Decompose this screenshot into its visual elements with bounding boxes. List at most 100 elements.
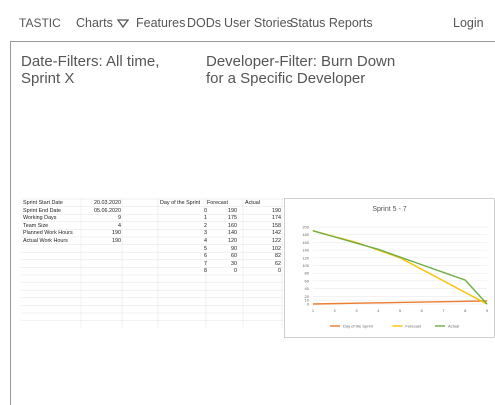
sprint-info-label: Team Size — [23, 222, 49, 229]
table-cell: 175 — [228, 215, 237, 222]
sprint-info-label: Working Days — [23, 215, 57, 222]
data-point — [443, 280, 444, 282]
x-tick-label: 7 — [442, 308, 445, 313]
sprint-info-value: 190 — [112, 230, 121, 237]
data-point — [399, 256, 401, 258]
data-point — [377, 248, 379, 250]
sprint-info-value: 05.06.2020 — [94, 207, 121, 214]
series-line-forecast — [312, 230, 488, 305]
data-point — [356, 302, 357, 304]
table-cell: 160 — [228, 222, 237, 229]
spreadsheet: Sprint Start Date 20.03.2020 Sprint End Da… — [21, 198, 283, 328]
legend-label: Forecast — [405, 324, 421, 329]
legend-label: Actual — [448, 324, 459, 329]
chart-title: Sprint 5 - 7 — [372, 206, 407, 213]
y-tick-label: 80 — [305, 271, 310, 276]
chart-svg: 010204060801001201401601802001 2 3 4 5 6 7 8 9Da… — [302, 225, 489, 329]
table-cell: 122 — [272, 238, 281, 244]
table-cell: 140 — [228, 230, 237, 237]
data-point — [399, 302, 401, 303]
nav-charts-label: Charts — [76, 16, 113, 30]
sprint-info-value: 190 — [112, 238, 121, 244]
table-cell: 158 — [272, 222, 281, 229]
nav-dods[interactable]: DODs — [187, 16, 221, 30]
data-point — [356, 242, 357, 244]
y-tick-label: 160 — [302, 240, 309, 245]
data-point — [443, 272, 444, 273]
data-point — [334, 236, 336, 238]
y-tick-label: 200 — [302, 225, 309, 230]
table-cell: 190 — [228, 207, 237, 214]
table-cell: 0 — [278, 268, 281, 275]
data-point — [334, 303, 336, 305]
sprint-info-value: 9 — [118, 215, 121, 222]
x-tick-label: 9 — [486, 308, 489, 313]
data-point — [421, 301, 423, 303]
table-cell: 5 — [204, 245, 207, 252]
top-navbar: TASTIC Charts Features DODs User Stories… — [10, 5, 495, 42]
data-point — [464, 279, 466, 281]
sprint-info-label: Sprint Start Date — [23, 200, 63, 206]
y-tick-label: 180 — [302, 232, 309, 237]
nav-status-reports[interactable]: Status Reports — [290, 16, 373, 30]
table-cell: 60 — [231, 253, 237, 260]
data-point — [443, 301, 444, 303]
x-tick-label: 3 — [355, 308, 358, 313]
table-cell: 174 — [272, 215, 281, 222]
date-filter-title: Date-Filters: All time, Sprint X — [21, 53, 160, 87]
sprint-info-label: Sprint End Date — [23, 207, 62, 214]
x-tick-label: 5 — [399, 308, 402, 313]
table-cell: 4 — [204, 238, 207, 244]
table-cell: 142 — [272, 230, 281, 237]
data-point — [464, 300, 466, 302]
table-cell: 1 — [204, 215, 207, 222]
data-point — [377, 302, 379, 304]
legend-label: Day of the Sprint — [343, 324, 374, 329]
table-cell: 3 — [204, 230, 207, 237]
data-point — [464, 292, 466, 293]
sprint-info-value: 20.03.2020 — [94, 200, 121, 206]
data-point — [486, 303, 488, 305]
table-cell: 62 — [275, 260, 281, 267]
data-point — [486, 300, 488, 302]
table-cell: 190 — [272, 207, 281, 214]
sprint-info-value: 4 — [118, 222, 121, 229]
burndown-chart: Sprint 5 - 7 0 10 20 40 60 80 100 120 140 160 180 2… — [284, 198, 495, 338]
nav-user-stories[interactable]: User Stories — [224, 16, 293, 30]
y-tick-label: 100 — [302, 263, 309, 268]
table-cell: 90 — [231, 245, 237, 252]
y-tick-label: 60 — [305, 278, 310, 283]
table-cell: 8 — [204, 268, 207, 275]
table-cell: 7 — [204, 260, 207, 267]
table-cell: 2 — [204, 222, 207, 229]
y-tick-label: 20 — [305, 294, 310, 299]
table-cell: 0 — [204, 207, 207, 214]
data-point — [312, 303, 314, 305]
table-cell: 82 — [275, 253, 281, 260]
data-point — [421, 264, 423, 266]
x-tick-label: 6 — [421, 308, 424, 313]
x-tick-label: 2 — [334, 308, 337, 313]
series-line-actual — [312, 230, 488, 305]
table-header-forecast: Forecast — [207, 200, 228, 206]
y-tick-label: 140 — [302, 248, 309, 253]
chevron-down-icon[interactable] — [116, 19, 129, 29]
x-tick-label: 4 — [377, 308, 380, 313]
x-tick-label: 8 — [464, 308, 467, 313]
login-link[interactable]: Login — [453, 16, 484, 30]
data-point — [312, 230, 314, 232]
developer-filter-title: Developer-Filter: Burn Down for a Specif… — [206, 53, 396, 87]
table-header-actual: Actual — [245, 200, 260, 206]
sprint-info-label: Planned Work Hours — [23, 230, 73, 237]
table-cell: 0 — [234, 268, 237, 275]
y-tick-label: 120 — [302, 255, 309, 260]
table-cell: 102 — [272, 245, 281, 252]
nav-features[interactable]: Features — [136, 16, 185, 30]
nav-charts[interactable]: Charts — [76, 16, 129, 30]
table-header-day: Day of the Sprint — [160, 200, 201, 206]
x-tick-label: 1 — [312, 308, 315, 313]
table-cell: 6 — [204, 253, 207, 260]
brand-link[interactable]: TASTIC — [19, 16, 61, 30]
data-point — [421, 268, 423, 270]
table-cell: 30 — [231, 260, 237, 267]
